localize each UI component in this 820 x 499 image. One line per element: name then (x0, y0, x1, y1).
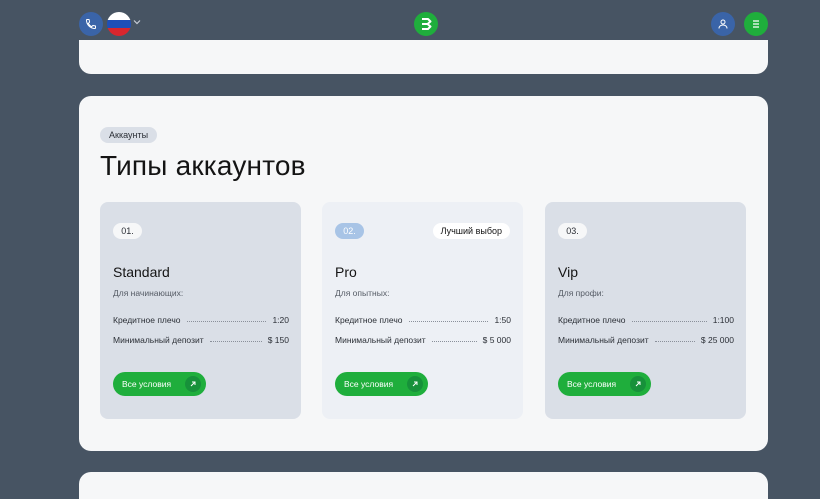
leverage-label: Кредитное плечо (558, 315, 626, 325)
bottom-card (79, 472, 768, 499)
card-number: 01. (113, 223, 142, 239)
leverage-row: Кредитное плечо 1:50 (335, 315, 511, 325)
leverage-label: Кредитное плечо (113, 315, 181, 325)
leverage-label: Кредитное плечо (335, 315, 403, 325)
arrow-up-right-icon (630, 376, 646, 392)
deposit-row: Минимальный депозит $ 5 000 (335, 335, 511, 345)
phone-button[interactable] (79, 12, 103, 36)
dotted-leader (209, 340, 262, 342)
deposit-row: Минимальный депозит $ 150 (113, 335, 289, 345)
all-conditions-button[interactable]: Все условия (335, 372, 428, 396)
card-number: 02. (335, 223, 364, 239)
deposit-label: Минимальный депозит (558, 335, 649, 345)
card-name: Standard (113, 264, 170, 280)
dotted-leader (654, 340, 695, 342)
deposit-value: $ 150 (267, 335, 289, 345)
phone-icon (85, 19, 96, 30)
leverage-row: Кредитное плечо 1:20 (113, 315, 289, 325)
dotted-leader (431, 340, 477, 342)
leverage-value: 1:50 (494, 315, 511, 325)
dotted-leader (408, 320, 489, 322)
account-card-pro: 02. Лучший выбор Pro Для опытных: Кредит… (322, 202, 523, 419)
deposit-label: Минимальный депозит (335, 335, 426, 345)
arrow-up-right-icon (185, 376, 201, 392)
dotted-leader (186, 320, 267, 322)
top-card (79, 40, 768, 74)
menu-button[interactable] (744, 12, 768, 36)
account-card-vip: 03. Vip Для профи: Кредитное плечо 1:100… (545, 202, 746, 419)
dotted-leader (631, 320, 707, 322)
user-icon (718, 19, 728, 29)
russia-flag-icon (107, 12, 131, 20)
deposit-label: Минимальный депозит (113, 335, 204, 345)
cta-label: Все условия (122, 379, 172, 389)
leverage-value: 1:20 (272, 315, 289, 325)
account-card-standard: 01. Standard Для начинающих: Кредитное п… (100, 202, 301, 419)
deposit-value: $ 25 000 (700, 335, 734, 345)
section-chip: Аккаунты (100, 127, 158, 143)
card-number: 03. (558, 223, 587, 239)
cta-label: Все условия (344, 379, 394, 389)
brand-logo[interactable] (414, 12, 438, 36)
card-subtitle: Для опытных: (335, 288, 390, 298)
cta-label: Все условия (567, 379, 617, 389)
deposit-value: $ 5 000 (482, 335, 511, 345)
leverage-row: Кредитное плечо 1:100 (558, 315, 734, 325)
all-conditions-button[interactable]: Все условия (113, 372, 206, 396)
best-choice-badge: Лучший выбор (432, 223, 510, 239)
page-title: Типы аккаунтов (100, 150, 306, 181)
leverage-value: 1:100 (712, 315, 734, 325)
card-name: Pro (335, 264, 357, 280)
arrow-up-right-icon (407, 376, 423, 392)
menu-icon (753, 20, 759, 28)
card-subtitle: Для начинающих: (113, 288, 184, 298)
chevron-down-icon[interactable] (133, 18, 141, 26)
account-types-section: Аккаунты Типы аккаунтов 01. Standard Для… (79, 96, 768, 451)
user-button[interactable] (711, 12, 735, 36)
deposit-row: Минимальный депозит $ 25 000 (558, 335, 734, 345)
card-subtitle: Для профи: (558, 288, 604, 298)
brand-logo-icon (422, 18, 432, 30)
language-selector[interactable] (107, 12, 131, 36)
card-name: Vip (558, 264, 578, 280)
all-conditions-button[interactable]: Все условия (558, 372, 651, 396)
